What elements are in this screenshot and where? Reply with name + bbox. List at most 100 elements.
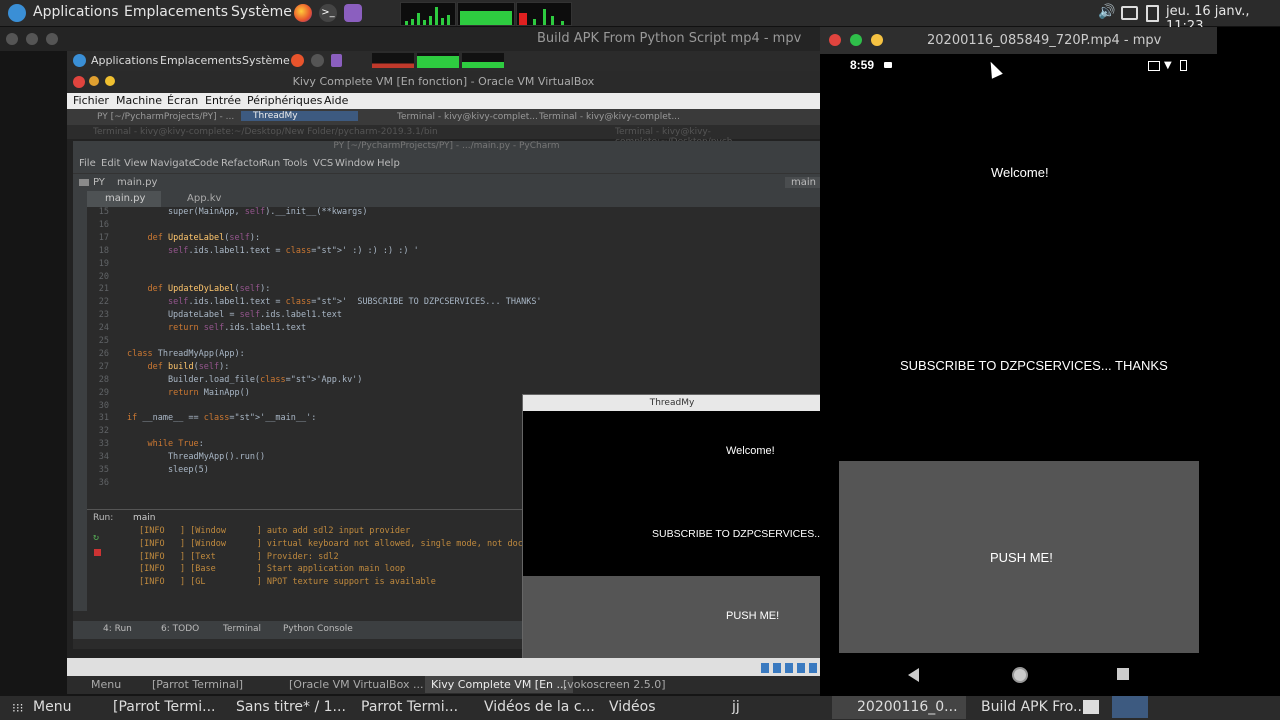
task-firefox-videos[interactable]: Vidéos de la c... (484, 699, 595, 715)
vm-editor-icon[interactable] (331, 54, 342, 67)
task-mpv-right[interactable]: 20200116_0... (832, 696, 966, 719)
home-nav-icon[interactable] (1012, 667, 1028, 683)
pc-menu-view[interactable]: View (124, 158, 148, 169)
pc-menu-file[interactable]: File (79, 158, 96, 169)
bottom-tab-terminal[interactable]: Terminal (223, 624, 261, 634)
breadcrumb-project[interactable]: PY (93, 177, 105, 188)
vm-firefox-icon[interactable] (291, 54, 304, 67)
code-line[interactable]: def build(self): (127, 362, 229, 372)
vm-taskbar-vokoscreen[interactable]: [vokoscreen 2.5.0] (563, 678, 666, 691)
code-line[interactable]: class ThreadMyApp(App): (127, 349, 245, 359)
mpv-tray-icon[interactable] (1112, 696, 1148, 718)
menu-entree[interactable]: Entrée (205, 94, 241, 107)
pc-menu-refactor[interactable]: Refactor (221, 158, 263, 169)
pc-menu-tools[interactable]: Tools (283, 158, 308, 169)
pc-menu-window[interactable]: Window (335, 158, 374, 169)
tab-main-py[interactable]: main.py (87, 191, 162, 207)
task-terminal-2[interactable]: Parrot Termi... (361, 699, 458, 715)
vm-taskbar-menu[interactable]: Menu (91, 678, 121, 691)
terminal-title-1[interactable]: Terminal - kivy@kivy-complete:~/Desktop/… (93, 127, 438, 137)
display-icon[interactable] (1121, 6, 1138, 20)
close-button-right[interactable] (829, 34, 841, 46)
maximize-button[interactable] (46, 33, 58, 45)
code-line[interactable]: sleep(5) (127, 465, 209, 475)
bottom-tab-python-console[interactable]: Python Console (283, 624, 353, 634)
menu-peripheriques[interactable]: Périphériques (247, 94, 322, 107)
menu-machine[interactable]: Machine (116, 94, 162, 107)
minimize-button-right[interactable] (850, 34, 862, 46)
bottom-menu-button[interactable]: Menu (33, 699, 71, 715)
pc-menu-edit[interactable]: Edit (101, 158, 120, 169)
parrot-logo-icon[interactable] (8, 4, 26, 22)
maximize-button-right[interactable] (871, 34, 883, 46)
pc-menu-code[interactable]: Code (193, 158, 219, 169)
vbox-close-button[interactable] (73, 76, 85, 88)
tab-app-kv[interactable]: App.kv (177, 191, 231, 207)
code-line[interactable]: UpdateLabel = self.ids.label1.text (127, 310, 342, 320)
bottom-tab-todo[interactable]: 6: TODO (161, 624, 199, 634)
vm-parrot-icon[interactable] (73, 54, 86, 67)
task-editor[interactable]: Sans titre* / 1... (236, 699, 346, 715)
code-line[interactable]: Builder.load_file(class="st">'App.kv') (127, 375, 362, 385)
pc-menu-navigate[interactable]: Navigate (150, 158, 195, 169)
terminal-icon[interactable]: >_ (319, 4, 337, 22)
code-line[interactable]: def UpdateDyLabel(self): (127, 284, 270, 294)
task-videos-folder[interactable]: Vidéos (609, 699, 656, 715)
vm-task-pycharm[interactable]: PY [~/PycharmProjects/PY] - ... (97, 112, 234, 122)
task-jj-folder[interactable]: jj (732, 699, 740, 715)
minimize-button[interactable] (26, 33, 38, 45)
back-nav-icon[interactable] (908, 668, 919, 682)
pycharm-project-strip[interactable] (73, 191, 87, 611)
code-line[interactable]: return self.ids.label1.text (127, 323, 306, 333)
vm-taskbar-terminal[interactable]: [Parrot Terminal] (152, 678, 243, 691)
vbox-minimize-button[interactable] (89, 76, 99, 86)
volume-icon[interactable]: 🔊 (1098, 4, 1115, 20)
code-line[interactable]: def UpdateLabel(self): (127, 233, 260, 243)
places-menu[interactable]: Emplacements (124, 4, 228, 20)
code-line[interactable]: while True: (127, 439, 203, 449)
task-mpv-left[interactable]: Build APK Fro... (981, 699, 1086, 715)
pc-menu-vcs[interactable]: VCS (313, 158, 333, 169)
vm-applications-menu[interactable]: Applications (91, 54, 158, 67)
code-line[interactable]: self.ids.label1.text = class="st">' SUBS… (127, 297, 542, 307)
applications-menu[interactable]: Applications (33, 4, 119, 20)
pc-menu-help[interactable]: Help (377, 158, 400, 169)
vbox-maximize-button[interactable] (105, 76, 115, 86)
workspace-icon[interactable] (1083, 700, 1099, 714)
vm-top-panel: Applications Emplacements Système (67, 51, 820, 71)
text-editor-icon[interactable] (344, 4, 362, 22)
rerun-icon[interactable]: ↻ (93, 532, 99, 543)
menu-aide[interactable]: Aide (324, 94, 348, 107)
code-line[interactable]: if __name__ == class="st">'__main__': (127, 413, 316, 423)
clipboard-icon[interactable] (1146, 5, 1159, 22)
recents-nav-icon[interactable] (1117, 668, 1129, 680)
vm-task-terminal-2[interactable]: Terminal - kivy@kivy-complet... (539, 112, 680, 122)
phone-push-button[interactable]: PUSH ME! (839, 461, 1199, 653)
vm-task-terminal-1[interactable]: Terminal - kivy@kivy-complet... (397, 112, 538, 122)
vm-taskbar-vbox[interactable]: [Oracle VM VirtualBox ... (289, 678, 423, 691)
kivy-push-button[interactable]: PUSH ME! (523, 576, 821, 659)
task-terminal-1[interactable]: [Parrot Termi... (113, 699, 216, 715)
firefox-icon[interactable] (294, 4, 312, 22)
bottom-tab-run[interactable]: 4: Run (103, 624, 132, 634)
vm-task-threadmy[interactable]: ThreadMy (241, 111, 358, 121)
vm-terminal-icon[interactable] (311, 54, 324, 67)
menu-grid-icon[interactable]: ⁝⁝⁝ (12, 701, 23, 715)
stop-icon[interactable] (94, 549, 101, 556)
breadcrumb-file[interactable]: main.py (117, 177, 157, 188)
code-line[interactable]: ThreadMyApp().run() (127, 452, 265, 462)
code-line[interactable]: return MainApp() (127, 388, 250, 398)
pc-menu-run[interactable]: Run (261, 158, 280, 169)
vm-taskbar-kivy[interactable]: Kivy Complete VM [En ... (425, 676, 574, 693)
branch-selector[interactable]: main (785, 177, 822, 188)
code-line[interactable]: self.ids.label1.text = class="st">' :) :… (127, 246, 419, 256)
system-menu[interactable]: Système (231, 4, 292, 20)
menu-fichier[interactable]: Fichier (73, 94, 109, 107)
vm-system-menu[interactable]: Système (242, 54, 290, 67)
run-config-tab[interactable]: main (133, 513, 156, 523)
close-button[interactable] (6, 33, 18, 45)
code-line[interactable]: super(MainApp, self).__init__(**kwargs) (127, 207, 368, 217)
menu-ecran[interactable]: Écran (167, 94, 198, 107)
network-graph (516, 2, 572, 26)
vm-places-menu[interactable]: Emplacements (160, 54, 242, 67)
